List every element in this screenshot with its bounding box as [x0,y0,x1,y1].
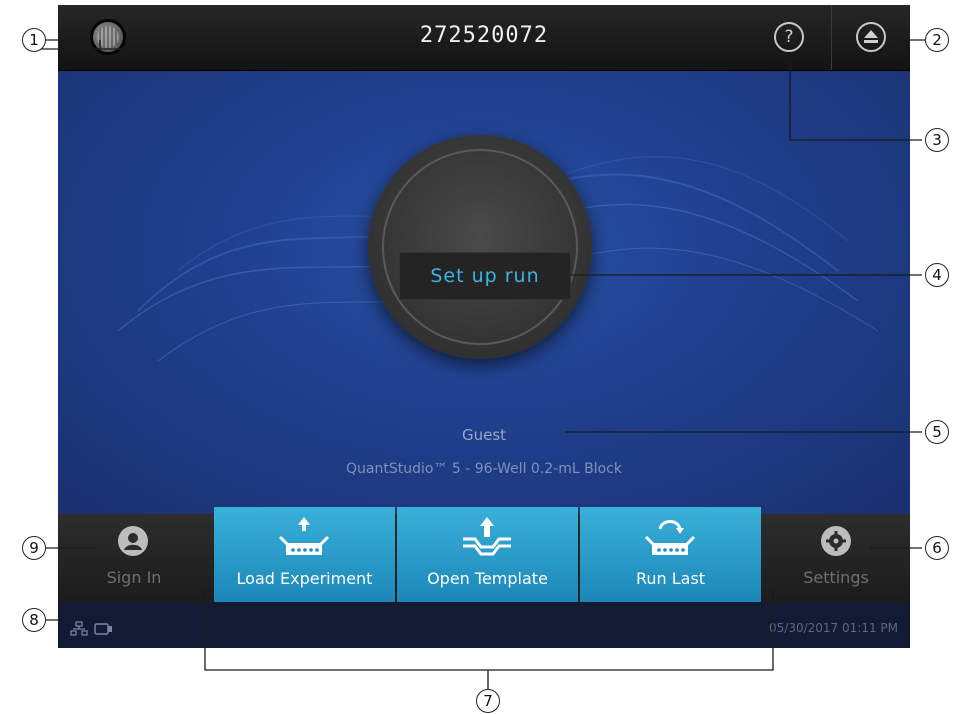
callout-8: 8 [22,608,46,632]
callout-lines [36,39,925,690]
callout-5: 5 [925,420,949,444]
callout-3: 3 [925,128,949,152]
callout-6: 6 [925,536,949,560]
callout-4: 4 [925,263,949,287]
callout-2: 2 [925,28,949,52]
callout-1: 1 [22,28,46,52]
callout-9: 9 [22,536,46,560]
callout-7: 7 [476,689,500,713]
